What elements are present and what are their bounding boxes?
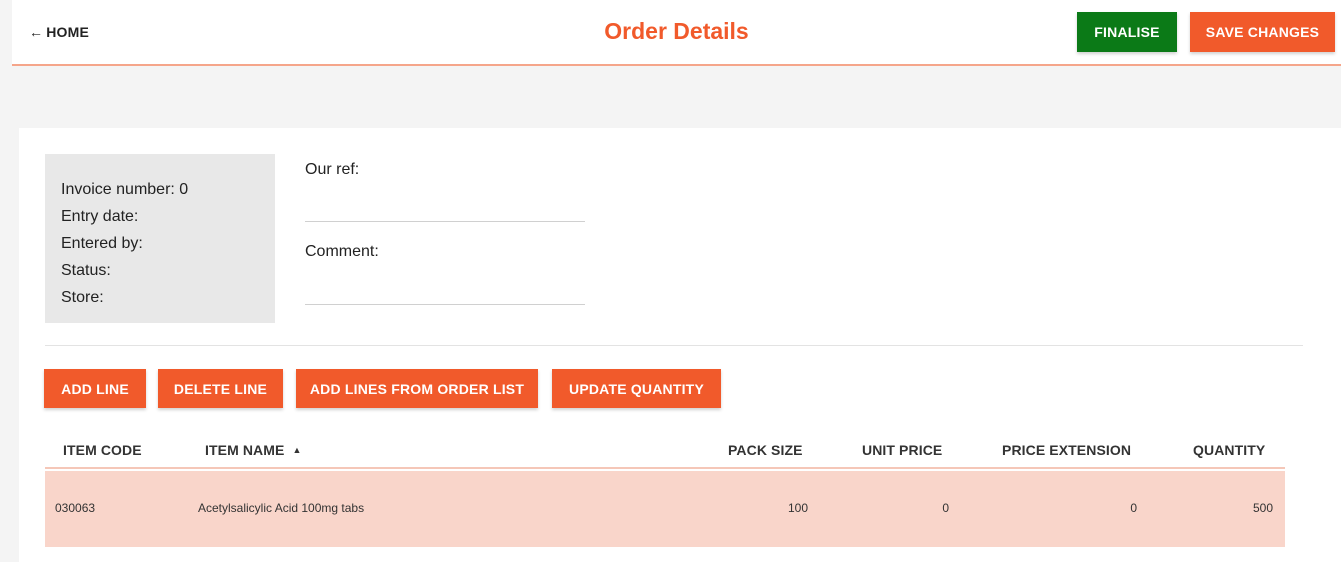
our-ref-label: Our ref: — [305, 161, 360, 178]
column-header-item-name[interactable]: ITEM NAME ▲ — [205, 442, 301, 458]
column-header-price-extension[interactable]: PRICE EXTENSION — [1002, 442, 1131, 458]
finalise-button[interactable]: FINALISE — [1077, 12, 1177, 52]
add-line-button[interactable]: ADD LINE — [44, 369, 146, 408]
column-header-pack-size[interactable]: PACK SIZE — [728, 442, 803, 458]
top-bar: ← HOME Order Details FINALISE SAVE CHANGE… — [12, 0, 1341, 66]
column-header-item-code[interactable]: ITEM CODE — [63, 442, 142, 458]
cell-item-code: 030063 — [55, 501, 96, 515]
column-header-quantity[interactable]: QUANTITY — [1193, 442, 1265, 458]
store: Store: — [61, 289, 104, 306]
our-ref-input[interactable] — [305, 198, 585, 222]
invoice-number: Invoice number: 0 — [61, 181, 189, 198]
delete-line-button[interactable]: DELETE LINE — [158, 369, 283, 408]
cell-item-name: Acetylsalicylic Acid 100mg tabs — [198, 501, 365, 515]
sort-ascending-icon[interactable]: ▲ — [292, 445, 301, 455]
comment-input[interactable] — [305, 281, 585, 305]
cell-quantity: 500 — [1252, 501, 1273, 515]
order-panel: Invoice number: 0 Entry date: Entered by… — [19, 128, 1341, 562]
entered-by: Entered by: — [61, 235, 143, 252]
cell-pack-size: 100 — [787, 501, 808, 515]
status: Status: — [61, 262, 111, 279]
save-changes-button[interactable]: SAVE CHANGES — [1190, 12, 1335, 52]
comment-label: Comment: — [305, 243, 379, 260]
entry-date: Entry date: — [61, 208, 139, 225]
table-row[interactable]: 030063 Acetylsalicylic Acid 100mg tabs 1… — [45, 471, 1285, 547]
section-divider — [45, 345, 1303, 346]
cell-unit-price: 0 — [942, 501, 949, 515]
update-quantity-button[interactable]: UPDATE QUANTITY — [552, 369, 721, 408]
table-header: ITEM CODE ITEM NAME ▲ PACK SIZE UNIT PRIC… — [45, 433, 1285, 469]
invoice-info-box: Invoice number: 0 Entry date: Entered by… — [45, 154, 275, 323]
item-name-header-label: ITEM NAME — [205, 442, 285, 458]
cell-price-extension: 0 — [1130, 501, 1137, 515]
column-header-unit-price[interactable]: UNIT PRICE — [862, 442, 942, 458]
add-lines-from-order-list-button[interactable]: ADD LINES FROM ORDER LIST — [296, 369, 538, 408]
